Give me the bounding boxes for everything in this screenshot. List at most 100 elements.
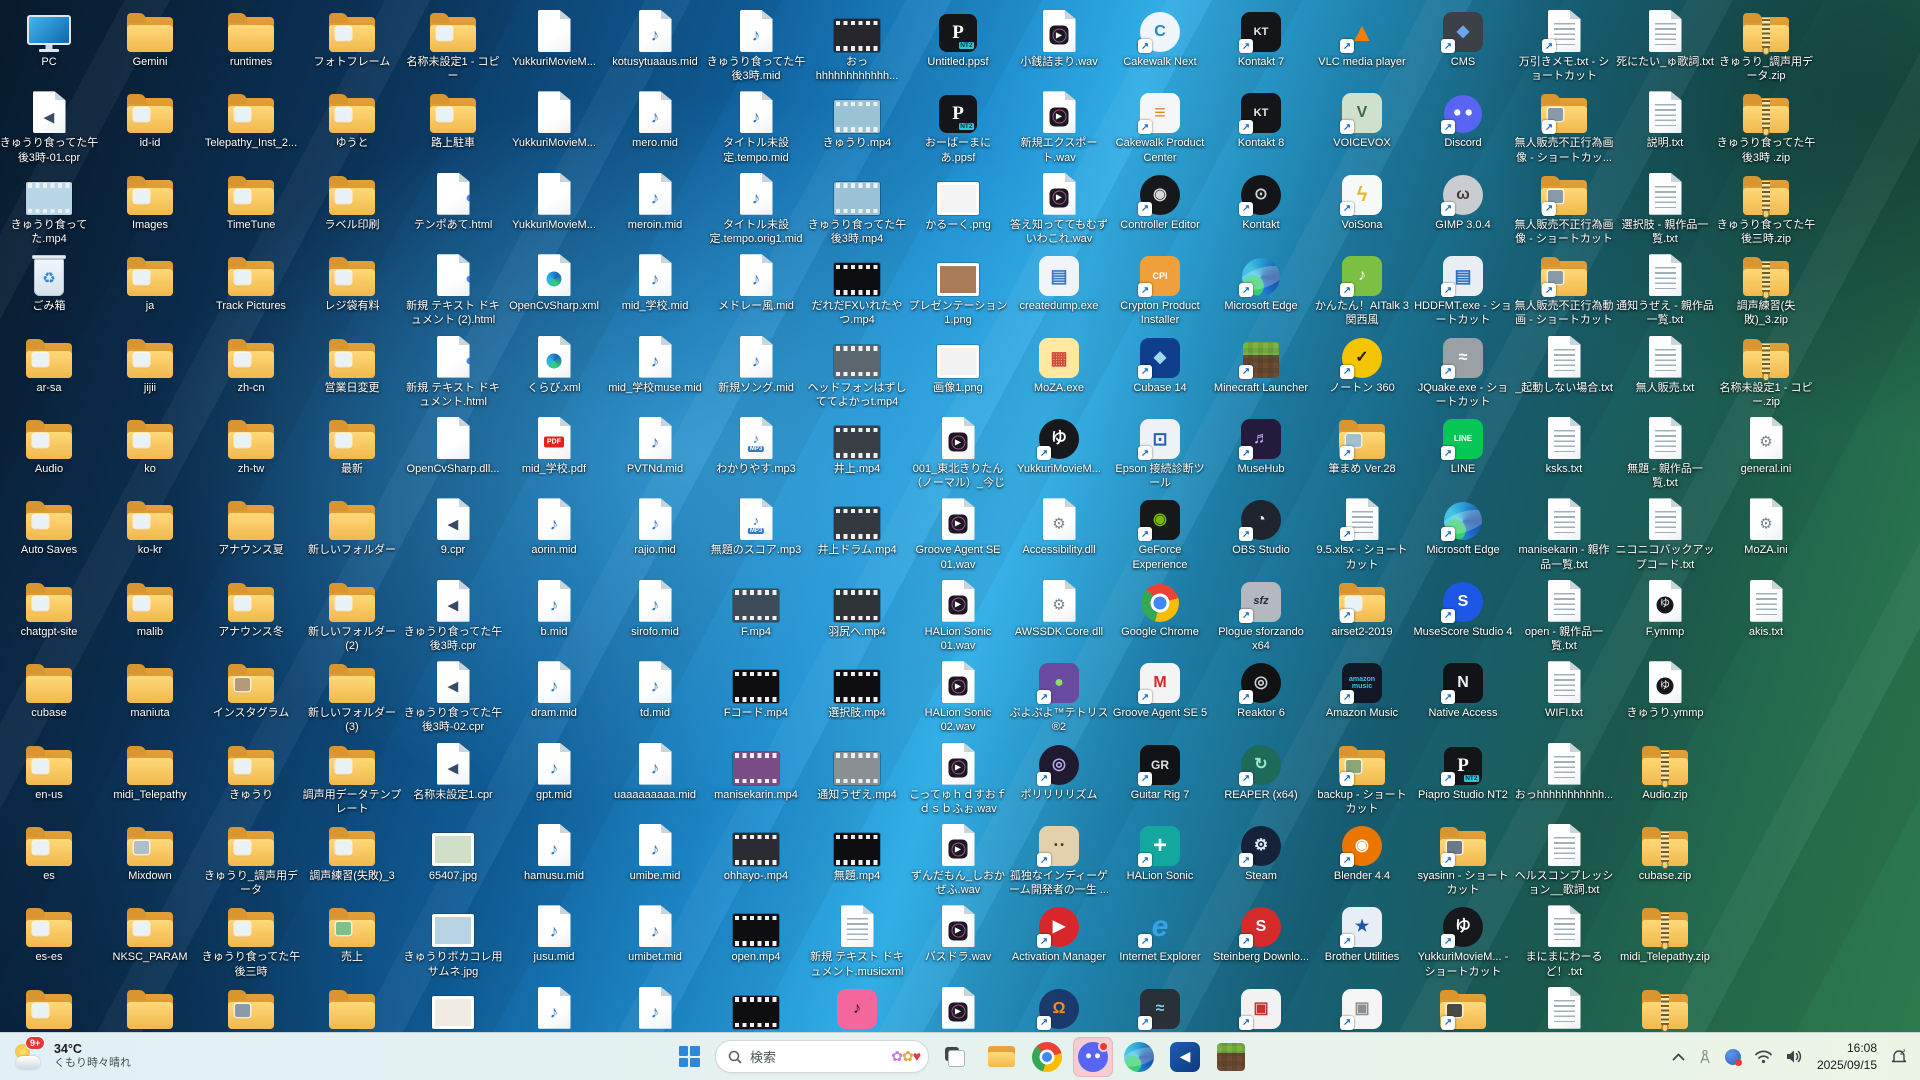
- desktop-icon[interactable]: en-us: [0, 741, 99, 802]
- desktop-icon[interactable]: ヘッドフォンはずしててよかっt.mp4: [807, 334, 907, 410]
- desktop-icon[interactable]: 無人販売.txt: [1615, 334, 1715, 395]
- desktop-icon[interactable]: V ↗ VOICEVOX: [1312, 89, 1412, 150]
- desktop-icon[interactable]: ゆきゅうり.ymmp: [1615, 659, 1715, 720]
- desktop-icon[interactable]: cubase.zip: [1615, 822, 1715, 883]
- desktop-icon[interactable]: ▶ Groove Agent SE 01.wav: [908, 496, 1008, 572]
- desktop-icon[interactable]: 調声練習(失敗)_3.zip: [1716, 252, 1816, 328]
- desktop-icon[interactable]: ゆ ↗ YukkuriMovieM... - ショートカット: [1413, 903, 1513, 979]
- desktop-icon[interactable]: open.mp4: [706, 903, 806, 964]
- desktop-icon[interactable]: きゅうり_調声用データ.zip: [1716, 8, 1816, 84]
- desktop-icon[interactable]: ♪ mid_学校muse.mid: [605, 334, 705, 395]
- desktop-icon[interactable]: 売上: [302, 903, 402, 964]
- desktop-icon[interactable]: P Untitled.ppsf: [908, 8, 1008, 69]
- desktop-icon[interactable]: ♪ mero.mid: [605, 89, 705, 150]
- bell-dnd-icon[interactable]: zz: [1890, 1048, 1908, 1065]
- desktop-icon[interactable]: + ↗ HALion Sonic: [1110, 822, 1210, 883]
- desktop-icon[interactable]: 65407.jpg: [403, 822, 503, 883]
- desktop-icon[interactable]: ⊙ ↗ Kontakt: [1211, 171, 1311, 232]
- desktop-icon[interactable]: テンポあて.html: [403, 171, 503, 232]
- desktop-icon[interactable]: ↗ syasinn - ショートカット: [1413, 822, 1513, 898]
- desktop-icon[interactable]: Telepathy_Inst_2...: [201, 89, 301, 150]
- desktop-icon[interactable]: ▦ MoZA.exe: [1009, 334, 1109, 395]
- desktop-icon[interactable]: manisekarin.mp4: [706, 741, 806, 802]
- desktop-icon[interactable]: きゅうり食ってた.mp4: [0, 171, 99, 247]
- desktop-icon[interactable]: ▤ ↗ HDDFMT.exe - ショートカット: [1413, 252, 1513, 328]
- desktop-icon[interactable]: ▶ 新規エクスポート.wav: [1009, 89, 1109, 165]
- desktop-icon[interactable]: 名称未設定1 - コピー: [403, 8, 503, 84]
- taskbar-minecraft-button[interactable]: [1211, 1037, 1251, 1077]
- desktop-icon[interactable]: KT ↗ Kontakt 8: [1211, 89, 1311, 150]
- desktop-icon[interactable]: ↗ Discord: [1413, 89, 1513, 150]
- desktop-icon[interactable]: 路上駐車: [403, 89, 503, 150]
- desktop-icon[interactable]: TimeTune: [201, 171, 301, 232]
- desktop-icon[interactable]: open - 親作品一覧.txt: [1514, 578, 1614, 654]
- desktop-icon[interactable]: ↗ airset2-2019: [1312, 578, 1412, 639]
- desktop-icon[interactable]: ▶ バスドラ.wav: [908, 903, 1008, 964]
- desktop-icon[interactable]: zh-cn: [201, 334, 301, 395]
- desktop-icon[interactable]: ↗ 無人販売不正行為画像 - ショートカッ...: [1514, 89, 1614, 165]
- desktop-icon[interactable]: かるーく.png: [908, 171, 1008, 232]
- desktop-icon[interactable]: ◀ きゅうり食ってた午後3時.cpr: [403, 578, 503, 654]
- desktop-icon[interactable]: ↗ 筆まめ Ver.28: [1312, 415, 1412, 476]
- desktop-icon[interactable]: きゅうり食ってた午後3時 .zip: [1716, 89, 1816, 165]
- desktop-icon[interactable]: 羽尻へ.mp4: [807, 578, 907, 639]
- desktop-icon[interactable]: ⚙ AWSSDK.Core.dll: [1009, 578, 1109, 639]
- desktop-icon[interactable]: akis.txt: [1716, 578, 1816, 639]
- desktop-icon[interactable]: Fコード.mp4: [706, 659, 806, 720]
- desktop-icon[interactable]: ohhayo-.mp4: [706, 822, 806, 883]
- desktop-icon[interactable]: KT ↗ Kontakt 7: [1211, 8, 1311, 69]
- desktop-icon[interactable]: id-id: [100, 89, 200, 150]
- chevron-up-icon[interactable]: [1672, 1052, 1685, 1061]
- desktop-icon[interactable]: 新規 テキスト ドキュメント.musicxml: [807, 903, 907, 979]
- desktop-icon[interactable]: YukkuriMovieM...: [504, 8, 604, 69]
- desktop-icon[interactable]: ar-sa: [0, 334, 99, 395]
- desktop-icon[interactable]: ゆうと: [302, 89, 402, 150]
- desktop-icon[interactable]: 死にたい_ゅ歌詞.txt: [1615, 8, 1715, 69]
- desktop-icon[interactable]: ★ ↗ Brother Utilities: [1312, 903, 1412, 964]
- desktop-icon[interactable]: ksks.txt: [1514, 415, 1614, 476]
- desktop-icon[interactable]: ϟ ↗ VoiSona: [1312, 171, 1412, 232]
- desktop-icon[interactable]: 選択肢.mp4: [807, 659, 907, 720]
- desktop-icon[interactable]: ◎ ↗ ポリリリリズム: [1009, 741, 1109, 802]
- desktop-icon[interactable]: runtimes: [201, 8, 301, 69]
- desktop-icon[interactable]: es-es: [0, 903, 99, 964]
- desktop-icon[interactable]: きゅうり食ってた午後3時.mp4: [807, 171, 907, 247]
- desktop-icon[interactable]: ◆ ↗ Cubase 14: [1110, 334, 1210, 395]
- desktop-icon[interactable]: おっhhhhhhhhhhhh...: [807, 8, 907, 84]
- desktop-icon[interactable]: ↗ 無人販売不正行為動画 - ショートカット: [1514, 252, 1614, 328]
- desktop-icon[interactable]: ▶ 001_東北きりたん（ノーマル）_今じゃ...: [908, 415, 1008, 492]
- desktop-icon[interactable]: manisekarin - 親作品一覧.txt: [1514, 496, 1614, 572]
- desktop-icon[interactable]: ♪ メドレー風.mid: [706, 252, 806, 313]
- desktop-icon[interactable]: ♪ PVTNd.mid: [605, 415, 705, 476]
- desktop-icon[interactable]: 無題 - 親作品一覧.txt: [1615, 415, 1715, 491]
- desktop-icon[interactable]: きゅうりボカコレ用サムネ.jpg: [403, 903, 503, 979]
- desktop-icon[interactable]: ♪ umibe.mid: [605, 822, 705, 883]
- taskbar-edge-button[interactable]: [1119, 1037, 1159, 1077]
- desktop-icon[interactable]: 調声用データテンプレート: [302, 741, 402, 817]
- desktop-icon[interactable]: Gemini: [100, 8, 200, 69]
- desktop-icon[interactable]: 新規 テキスト ドキュメント.html: [403, 334, 503, 410]
- desktop-icon[interactable]: ◉ ↗ GeForce Experience: [1110, 496, 1210, 572]
- desktop-icon[interactable]: YukkuriMovieM...: [504, 171, 604, 232]
- desktop-icon[interactable]: ◉ ↗ Controller Editor: [1110, 171, 1210, 232]
- desktop-icon[interactable]: es: [0, 822, 99, 883]
- desktop-icon[interactable]: ♪ mid_学校.mid: [605, 252, 705, 313]
- desktop-icon[interactable]: ▶ ずんだもん_しおかぜふ.wav: [908, 822, 1008, 898]
- desktop-icon[interactable]: ♪ わかりやす.mp3: [706, 415, 806, 476]
- desktop-icon[interactable]: ゆ ↗ YukkuriMovieM...: [1009, 415, 1109, 476]
- desktop-icon[interactable]: 井上.mp4: [807, 415, 907, 476]
- desktop-icon[interactable]: N ↗ Native Access: [1413, 659, 1513, 720]
- desktop-icon[interactable]: ⊡ ↗ Epson 接続診断ツール: [1110, 415, 1210, 491]
- desktop-icon[interactable]: e ↗ Internet Explorer: [1110, 903, 1210, 964]
- desktop-icon[interactable]: GR ↗ Guitar Rig 7: [1110, 741, 1210, 802]
- desktop-icon[interactable]: 新規 テキスト ドキュメント (2).html: [403, 252, 503, 328]
- desktop-icon[interactable]: 画像1.png: [908, 334, 1008, 395]
- desktop-icon[interactable]: maniuta: [100, 659, 200, 720]
- taskbar-chrome-button[interactable]: [1027, 1037, 1067, 1077]
- desktop-icon[interactable]: Mixdown: [100, 822, 200, 883]
- desktop-icon[interactable]: OpenCvSharp.xml: [504, 252, 604, 313]
- desktop-icon[interactable]: ♪ タイトル未設定.tempo.mid: [706, 89, 806, 165]
- desktop-icon[interactable]: Images: [100, 171, 200, 232]
- desktop-icon[interactable]: ♻ ごみ箱: [0, 252, 99, 313]
- desktop-icon[interactable]: ♪ ↗ かんたん！AITalk 3 関西風: [1312, 252, 1412, 328]
